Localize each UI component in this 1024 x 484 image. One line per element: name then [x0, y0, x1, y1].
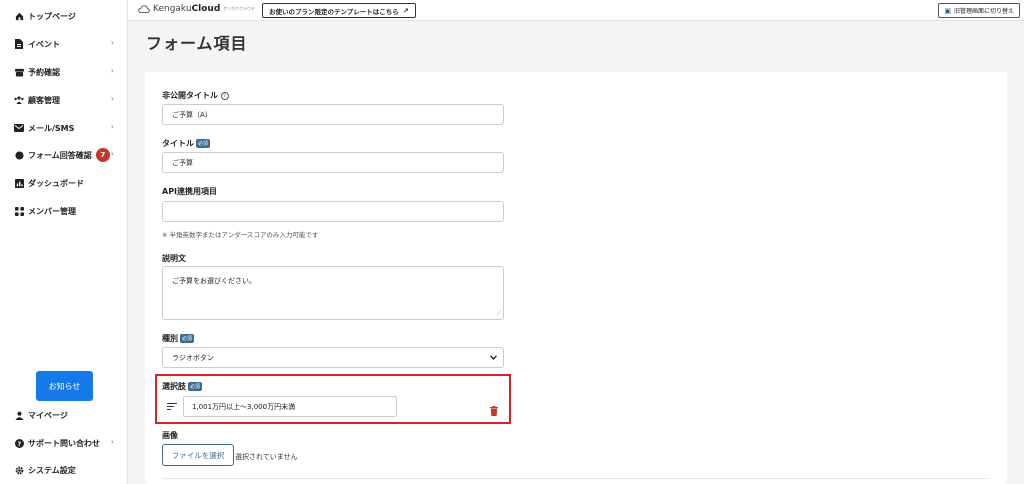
logo-subtext: ケンガククラウド	[223, 6, 256, 11]
choose-file-button[interactable]: ファイルを選択	[162, 444, 234, 466]
title-input[interactable]: ご予算	[162, 152, 504, 173]
api-field-hint: ※ 半角英数字またはアンダースコアのみ入力可能です	[162, 231, 319, 239]
options-label: 選択肢 必須	[162, 381, 203, 392]
sidebar: トップページ イベント › 予約確認 › 顧客管理 › メール/SMS › フォ…	[0, 0, 128, 484]
home-icon	[14, 11, 24, 21]
grid-icon	[14, 206, 24, 216]
private-title-label: 非公開タイトル i	[162, 90, 229, 101]
top-bar: Kengaku Cloud ケンガククラウド お使いのプラン限定のテンプレートは…	[128, 0, 1024, 21]
type-select[interactable]: ラジオボタン	[162, 347, 504, 368]
options-label-text: 選択肢	[162, 382, 186, 391]
sidebar-item-support[interactable]: ? サポート問い合わせ ›	[14, 435, 124, 451]
archive-icon	[14, 67, 24, 77]
people-icon	[14, 95, 24, 105]
sidebar-item-label: メンバー管理	[28, 206, 76, 216]
gear-icon	[14, 465, 24, 475]
user-icon	[14, 410, 24, 420]
chevron-right-icon: ›	[110, 437, 114, 446]
chevron-right-icon: ›	[110, 94, 114, 103]
sidebar-item-label: 予約確認	[28, 67, 60, 77]
logo-text-cloud: Cloud	[191, 4, 221, 14]
sidebar-item-label: イベント	[28, 39, 60, 49]
notice-button[interactable]: お知らせ	[36, 371, 93, 401]
option-input[interactable]: 1,001万円以上～3,000万円未満	[183, 396, 397, 417]
chevron-right-icon: ›	[110, 122, 114, 131]
mail-icon	[14, 123, 24, 133]
type-label: 種別 必須	[162, 333, 195, 344]
external-link-icon: ↗	[402, 6, 409, 15]
switch-legacy-admin-label: 旧管理画面に切り替え	[953, 8, 1014, 15]
plan-templates-button[interactable]: お使いのプラン限定のテンプレートはこちら ↗	[262, 3, 416, 18]
trash-icon[interactable]	[490, 401, 498, 416]
description-label: 説明文	[162, 254, 186, 263]
sidebar-item-top-page[interactable]: トップページ	[14, 8, 124, 24]
title-label: タイトル 必須	[162, 138, 211, 149]
sidebar-item-label: メール/SMS	[28, 123, 75, 133]
type-select-value: ラジオボタン	[172, 353, 214, 362]
required-badge: 必須	[180, 334, 195, 343]
sidebar-item-label: サポート問い合わせ	[28, 438, 100, 448]
help-icon: ?	[14, 438, 24, 448]
unread-count-badge: 7	[95, 148, 110, 162]
svg-text:?: ?	[17, 440, 21, 447]
sidebar-item-form-responses[interactable]: フォーム回答確認 7 ›	[14, 147, 124, 163]
sidebar-item-dashboard[interactable]: ダッシュボード	[14, 175, 124, 191]
sidebar-item-label: ダッシュボード	[28, 178, 84, 188]
file-status-text: 選択されていません	[235, 453, 298, 461]
description-text: ご予算をお選びください。	[172, 277, 256, 285]
private-title-label-text: 非公開タイトル	[162, 91, 218, 100]
switch-legacy-admin-button[interactable]: ▣ 旧管理画面に切り替え	[938, 3, 1020, 18]
plan-templates-label: お使いのプラン限定のテンプレートはこちら	[269, 7, 399, 16]
form-card: 非公開タイトル i ご予算（A） タイトル 必須 ご予算 API連携用項目 ※ …	[145, 72, 1007, 484]
sidebar-item-label: 顧客管理	[28, 95, 60, 105]
sidebar-item-label: フォーム回答確認	[28, 150, 92, 160]
api-field-label: API連携用項目	[162, 187, 218, 196]
sidebar-item-members[interactable]: メンバー管理	[14, 203, 124, 219]
description-textarea[interactable]: ご予算をお選びください。 ⟋	[162, 266, 504, 320]
title-label-text: タイトル	[162, 139, 194, 148]
chevron-right-icon: ›	[110, 66, 114, 75]
sidebar-item-system-settings[interactable]: システム設定	[14, 462, 124, 478]
type-label-text: 種別	[162, 334, 178, 343]
cloud-icon	[138, 5, 150, 13]
switch-screen-icon: ▣	[944, 6, 951, 15]
sidebar-item-my-page[interactable]: マイページ	[14, 407, 124, 423]
sidebar-item-mail-sms[interactable]: メール/SMS ›	[14, 120, 124, 136]
sidebar-item-label: トップページ	[28, 11, 76, 21]
chevron-down-icon	[490, 354, 497, 362]
sidebar-item-event[interactable]: イベント ›	[14, 36, 124, 52]
sidebar-item-reservation[interactable]: 予約確認 ›	[14, 64, 124, 80]
page-title: フォーム項目	[146, 34, 248, 53]
chart-icon	[14, 178, 24, 188]
chevron-right-icon: ›	[110, 38, 114, 47]
sidebar-item-label: システム設定	[28, 465, 76, 475]
chevron-right-icon: ›	[110, 149, 114, 158]
image-label: 画像	[162, 431, 178, 440]
logo[interactable]: Kengaku Cloud ケンガククラウド	[138, 4, 255, 14]
divider	[162, 478, 988, 479]
private-title-input[interactable]: ご予算（A）	[162, 104, 504, 125]
document-icon	[14, 39, 24, 49]
resize-handle-icon[interactable]: ⟋	[497, 311, 501, 317]
logo-text-kengaku: Kengaku	[153, 4, 192, 14]
chat-icon	[14, 150, 24, 160]
sidebar-item-label: マイページ	[28, 410, 68, 420]
sidebar-item-customers[interactable]: 顧客管理 ›	[14, 92, 124, 108]
required-badge: 必須	[196, 139, 211, 148]
info-icon[interactable]: i	[221, 91, 229, 100]
required-badge: 必須	[188, 382, 203, 391]
drag-handle-icon[interactable]	[167, 403, 177, 411]
api-field-input[interactable]	[162, 201, 504, 222]
